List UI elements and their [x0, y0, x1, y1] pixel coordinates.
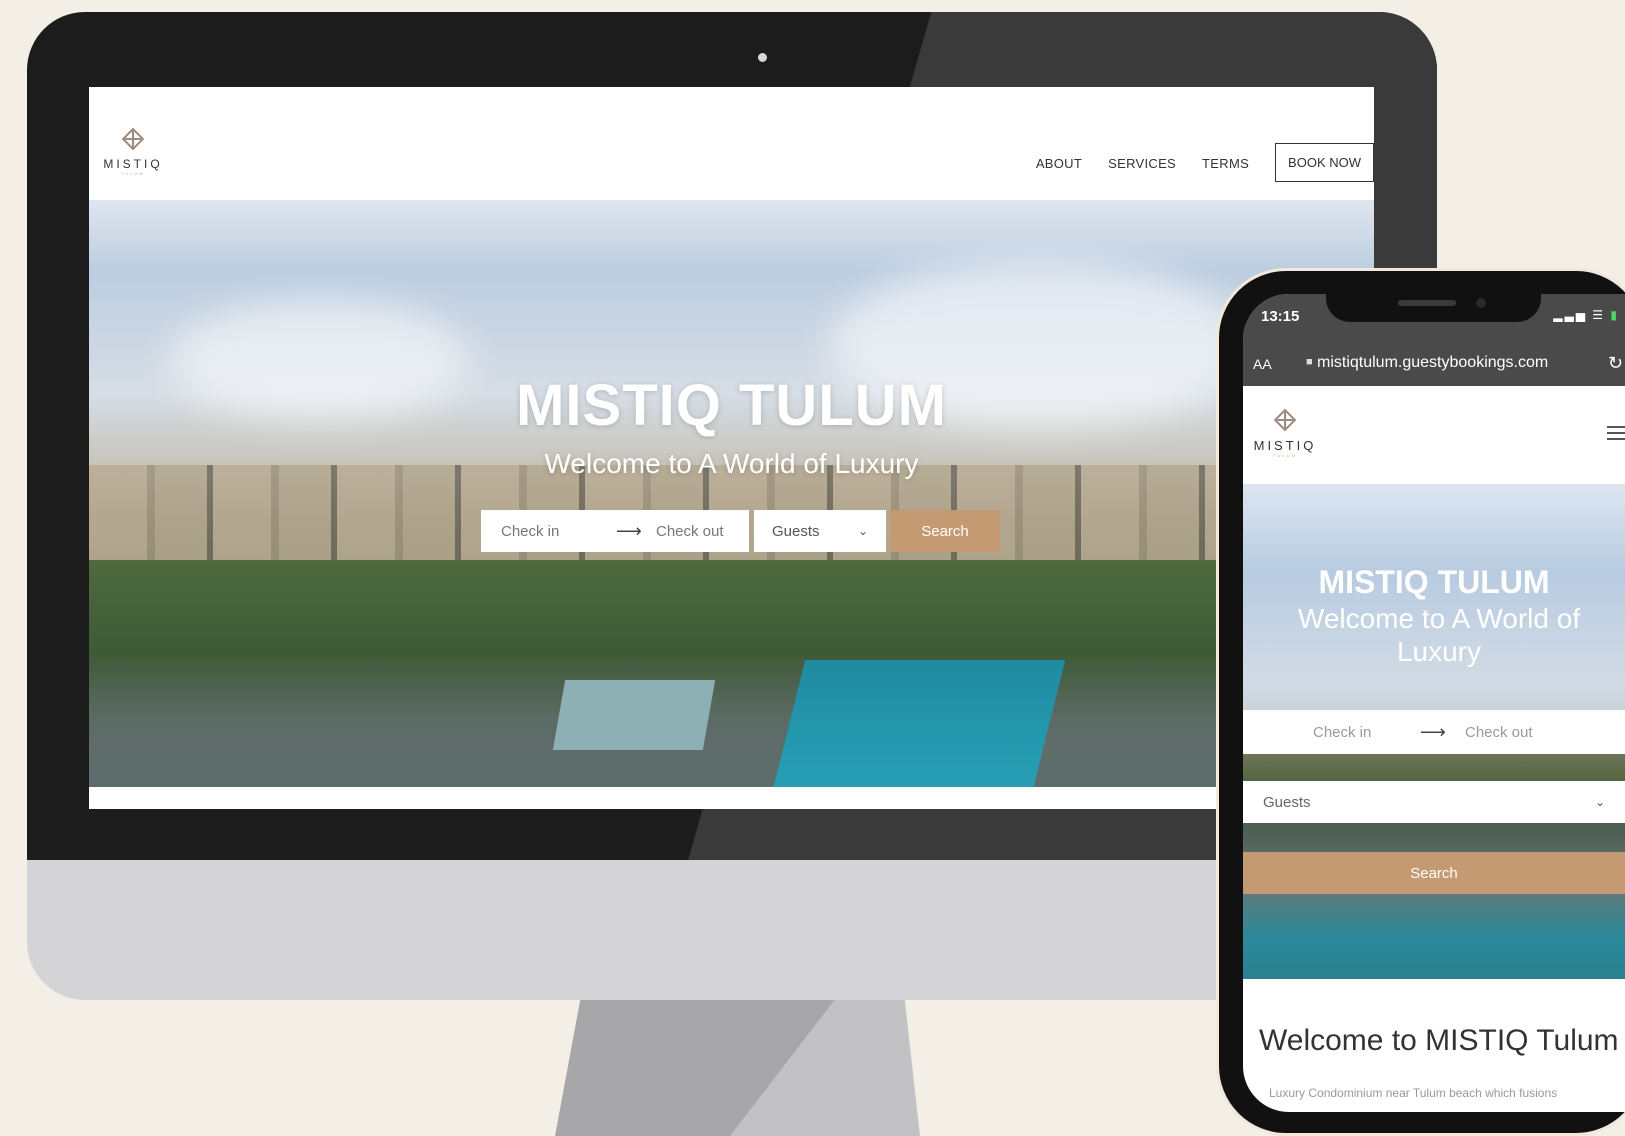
- logo-text: MISTIQ: [1253, 438, 1317, 453]
- hero-banner: MISTIQ TULUM Welcome to A World of Luxur…: [89, 200, 1374, 787]
- mobile-site-logo[interactable]: MISTIQ TULUM: [1253, 408, 1317, 458]
- camera-dot: [758, 53, 767, 62]
- mobile-check-in-field[interactable]: Check in: [1313, 724, 1420, 741]
- hamburger-menu-icon[interactable]: [1607, 426, 1625, 444]
- signal-icon: ▂▃▅: [1553, 308, 1587, 322]
- guests-select[interactable]: Guests ⌄: [754, 510, 886, 552]
- lock-icon: ■: [1306, 356, 1313, 368]
- check-out-field[interactable]: Check out: [656, 523, 724, 540]
- mobile-screen: 13:15 ▂▃▅ ☰ ▮ AA ■ mistiqtulum.guestyboo…: [1243, 294, 1625, 1112]
- desktop-screen: MISTIQ TULUM ABOUT SERVICES TERMS BOOK N…: [89, 87, 1374, 809]
- mobile-search-button[interactable]: Search: [1243, 852, 1625, 894]
- logo-subtext: TULUM: [1273, 453, 1297, 458]
- nav-about[interactable]: ABOUT: [1036, 156, 1082, 171]
- mobile-check-out-field[interactable]: Check out: [1465, 724, 1533, 741]
- welcome-tagline: Luxury Condominium near Tulum beach whic…: [1269, 1086, 1558, 1100]
- booking-search-bar: Check in ⟶ Check out Guests ⌄ Search: [481, 510, 1000, 552]
- mobile-guests-label: Guests: [1263, 793, 1311, 811]
- mobile-date-range-field[interactable]: Check in ⟶ Check out: [1243, 710, 1625, 754]
- reader-aa-button[interactable]: AA: [1253, 356, 1272, 372]
- date-range-field[interactable]: Check in ⟶ Check out: [481, 510, 749, 552]
- search-button[interactable]: Search: [890, 510, 1000, 552]
- hero-jacuzzi: [552, 680, 716, 750]
- wifi-icon: ☰: [1592, 308, 1606, 322]
- mobile-site-header: MISTIQ TULUM: [1243, 386, 1625, 484]
- mobile-hero-title: MISTIQ TULUM: [1318, 564, 1550, 600]
- nav-terms[interactable]: TERMS: [1202, 156, 1249, 171]
- logo-subtext: TULUM: [121, 171, 145, 176]
- reload-icon[interactable]: ↻: [1608, 353, 1623, 374]
- mobile-hero-subtitle: Welcome to A World of Luxury: [1297, 603, 1581, 667]
- chevron-down-icon: ⌄: [1594, 795, 1605, 809]
- browser-url-bar[interactable]: AA ■ mistiqtulum.guestybookings.com ↻: [1243, 344, 1625, 386]
- hero-greenery: [89, 560, 1374, 787]
- logo-text: MISTIQ: [103, 157, 163, 171]
- guests-label: Guests: [772, 522, 820, 540]
- nav-services[interactable]: SERVICES: [1108, 156, 1176, 171]
- status-icons: ▂▃▅ ☰ ▮: [1553, 308, 1619, 322]
- welcome-heading: Welcome to MISTIQ Tulum: [1259, 1024, 1619, 1057]
- book-now-button[interactable]: BOOK NOW: [1275, 143, 1374, 182]
- chevron-down-icon: ⌄: [857, 524, 868, 538]
- logo-mark-icon: [1273, 408, 1297, 432]
- arrow-right-icon: ⟶: [1420, 721, 1446, 742]
- url-text[interactable]: mistiqtulum.guestybookings.com: [1317, 354, 1548, 372]
- site-header: MISTIQ TULUM ABOUT SERVICES TERMS BOOK N…: [89, 87, 1374, 200]
- status-time: 13:15: [1261, 308, 1300, 325]
- phone-camera: [1476, 298, 1486, 308]
- site-logo[interactable]: MISTIQ TULUM: [103, 127, 163, 176]
- mobile-guests-select[interactable]: Guests ⌄: [1243, 781, 1625, 823]
- hero-title: MISTIQ TULUM: [516, 373, 947, 438]
- phone-speaker: [1398, 300, 1456, 306]
- battery-icon: ▮: [1610, 308, 1619, 322]
- logo-mark-icon: [121, 127, 145, 151]
- mobile-hero-banner: MISTIQ TULUM Welcome to A World of Luxur…: [1243, 484, 1625, 979]
- main-nav: ABOUT SERVICES TERMS BOOK NOW: [1036, 143, 1374, 182]
- hero-subtitle: Welcome to A World of Luxury: [544, 448, 919, 479]
- arrow-right-icon: ⟶: [616, 520, 642, 541]
- check-in-field[interactable]: Check in: [501, 523, 616, 540]
- hero-pool: [772, 660, 1066, 787]
